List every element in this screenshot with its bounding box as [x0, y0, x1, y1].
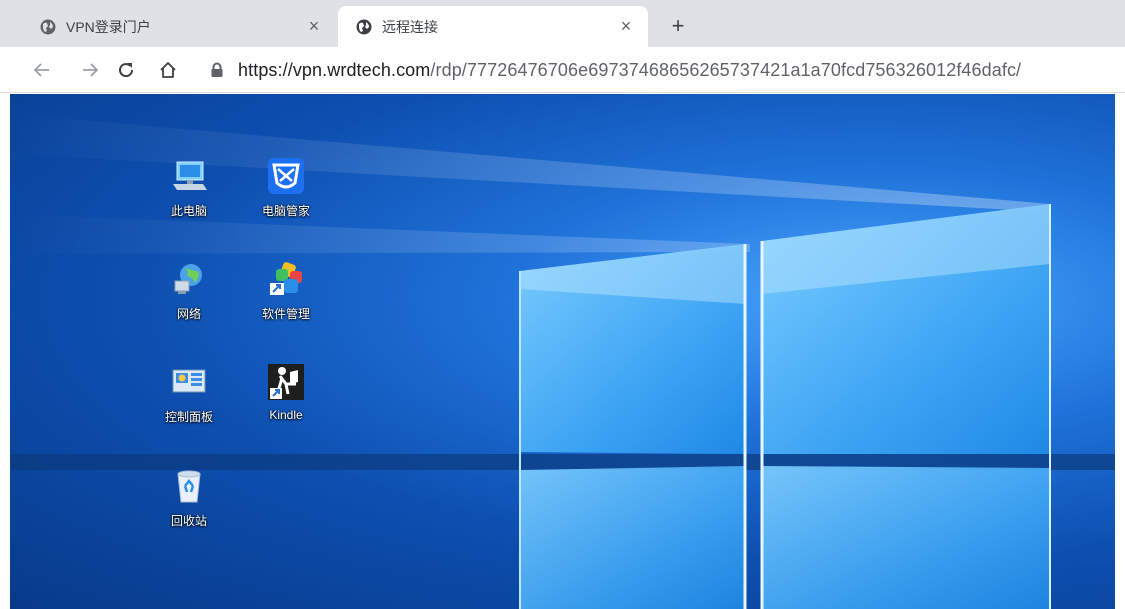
tab-strip: VPN登录门户 × 远程连接 × + — [0, 0, 1125, 47]
desktop-icon-network[interactable]: 网络 — [149, 259, 229, 322]
close-tab-icon[interactable]: × — [616, 16, 636, 37]
kindle-icon — [266, 362, 306, 402]
recycle-bin-icon — [169, 466, 209, 506]
lock-icon[interactable] — [210, 62, 224, 78]
desktop-icon-control-panel[interactable]: 控制面板 — [149, 362, 229, 425]
reload-icon — [119, 63, 134, 78]
desktop-icon-label: 软件管理 — [261, 307, 310, 321]
desktop-icon-software-manager[interactable]: 软件管理 — [246, 259, 326, 322]
network-icon — [169, 259, 209, 299]
control-panel-icon — [169, 362, 209, 402]
desktop-icon-label: 回收站 — [170, 514, 207, 528]
reload-button[interactable] — [112, 56, 140, 84]
url-path: /rdp/77726476706e69737468656265737421a1a… — [430, 59, 1022, 80]
browser-toolbar: https://vpn.wrdtech.com/rdp/77726476706e… — [0, 47, 1125, 93]
globe-icon — [40, 19, 56, 34]
close-tab-icon[interactable]: × — [304, 16, 324, 37]
desktop-icon-label: 控制面板 — [164, 410, 213, 424]
back-button[interactable] — [28, 56, 56, 84]
desktop-icon-label: 电脑管家 — [261, 204, 310, 218]
desktop-icon-label: Kindle — [269, 408, 303, 422]
new-tab-button[interactable]: + — [664, 12, 692, 40]
tab-remote-connection[interactable]: 远程连接 × — [338, 6, 648, 47]
back-arrow-icon — [33, 63, 49, 77]
remote-desktop[interactable]: 此电脑 电脑管家 网络 软件管理 控制面板 Kindle 回收站 — [10, 94, 1115, 609]
globe-icon — [356, 19, 372, 34]
tab-vpn-login[interactable]: VPN登录门户 × — [22, 6, 336, 47]
home-button[interactable] — [154, 56, 182, 84]
desktop-icon-pc-manager[interactable]: 电脑管家 — [246, 156, 326, 219]
computer-icon — [169, 156, 209, 196]
desktop-icon-recycle-bin[interactable]: 回收站 — [149, 466, 229, 529]
forward-arrow-icon — [83, 63, 99, 77]
pc-manager-icon — [266, 156, 306, 196]
desktop-icon-this-pc[interactable]: 此电脑 — [149, 156, 229, 219]
software-manager-icon — [266, 259, 306, 299]
address-bar[interactable]: https://vpn.wrdtech.com/rdp/77726476706e… — [198, 53, 1125, 87]
tab-title: 远程连接 — [382, 18, 438, 35]
desktop-icon-kindle[interactable]: Kindle — [246, 362, 326, 422]
url-text[interactable]: https://vpn.wrdtech.com/rdp/77726476706e… — [238, 60, 1021, 81]
desktop-icon-label: 网络 — [176, 307, 201, 321]
forward-button[interactable] — [76, 56, 104, 84]
url-host: https://vpn.wrdtech.com — [238, 59, 431, 80]
tab-title: VPN登录门户 — [66, 18, 151, 35]
desktop-icon-label: 此电脑 — [170, 204, 207, 218]
home-icon — [160, 62, 176, 78]
